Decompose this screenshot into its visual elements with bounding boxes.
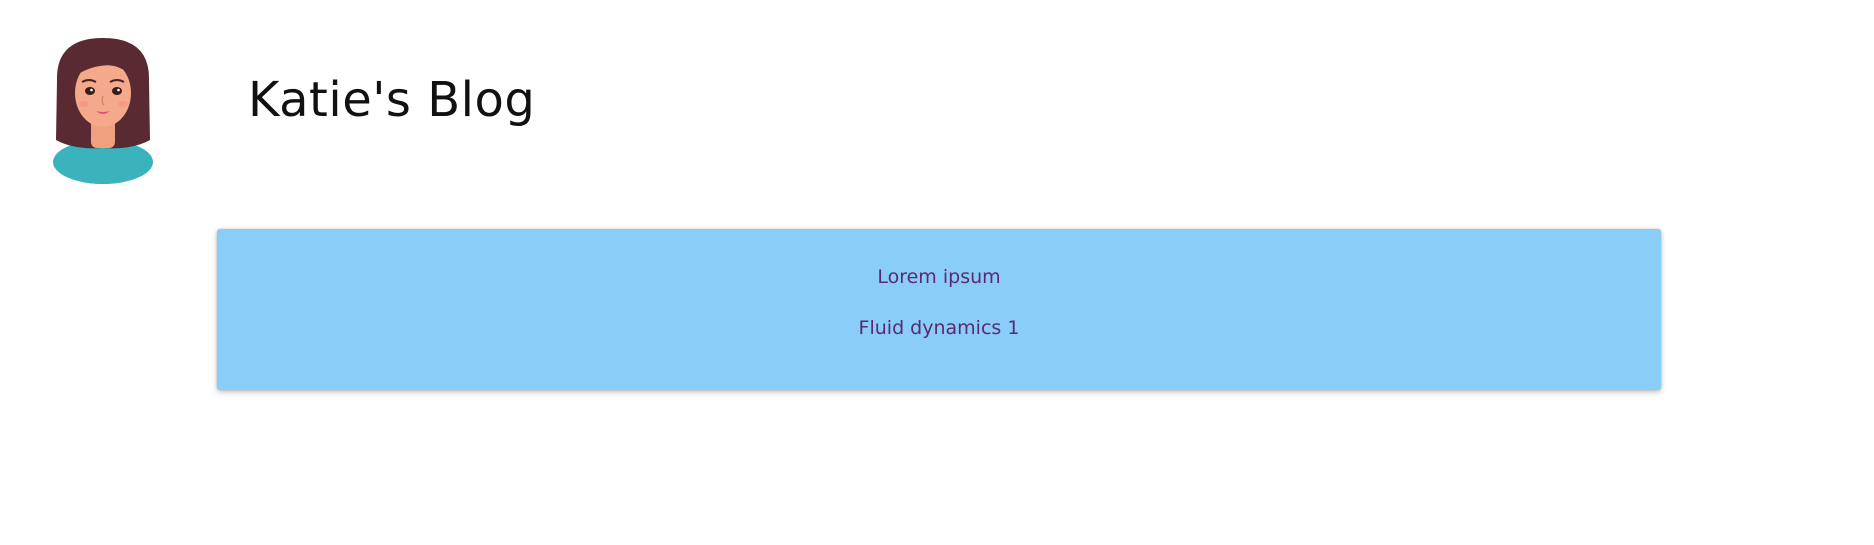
post-card[interactable]: Lorem ipsum Fluid dynamics 1 <box>217 229 1661 390</box>
blog-title: Katie's Blog <box>248 72 536 128</box>
avatar[interactable] <box>0 0 200 200</box>
post-title-link[interactable]: Lorem ipsum <box>217 265 1661 289</box>
woman-avatar-icon <box>53 38 153 184</box>
post-subtitle-link[interactable]: Fluid dynamics 1 <box>217 316 1661 340</box>
blog-header: Katie's Blog <box>0 0 1874 200</box>
